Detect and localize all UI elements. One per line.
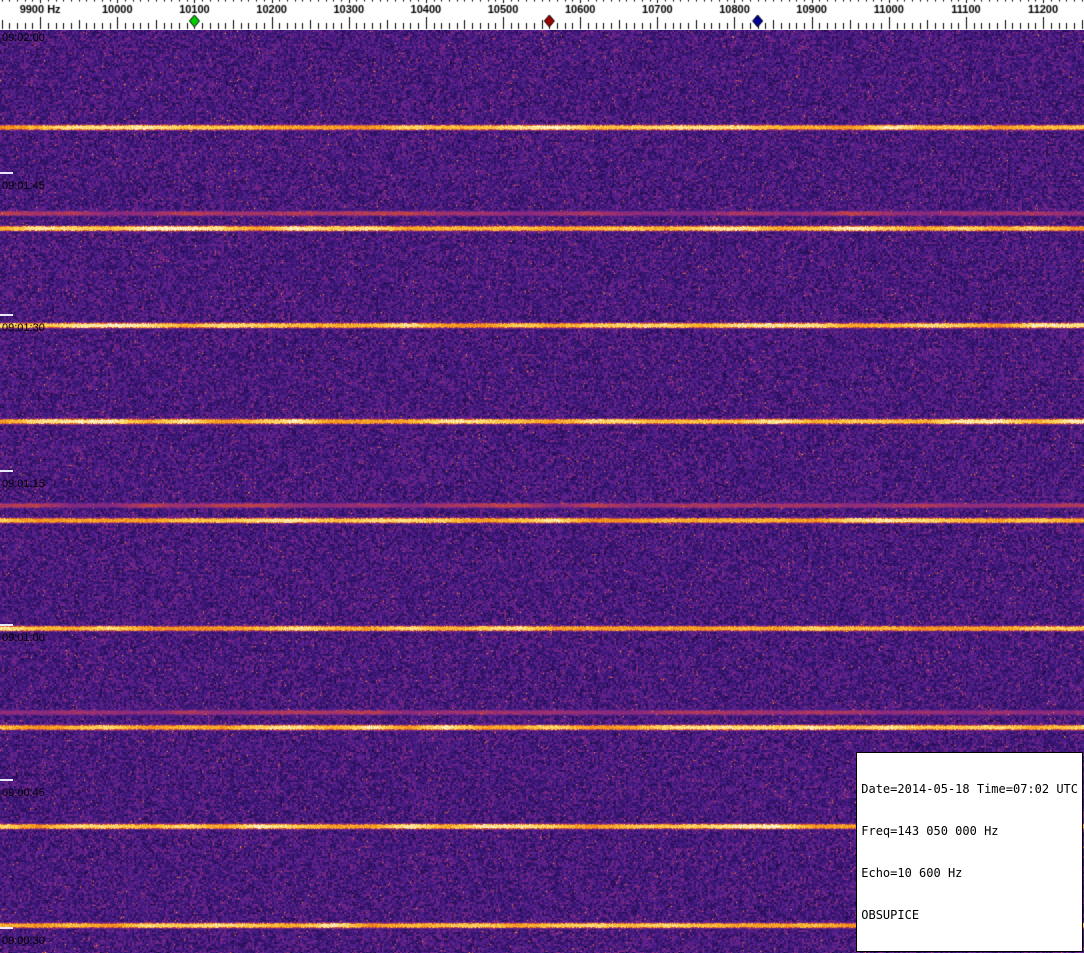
info-frequency: Freq=143 050 000 Hz	[861, 824, 999, 838]
observation-info-box: Date=2014-05-18 Time=07:02 UTC Freq=143 …	[856, 752, 1083, 952]
frequency-axis[interactable]	[0, 0, 1084, 30]
info-station: OBSUPICE	[861, 908, 920, 922]
info-date-time: Date=2014-05-18 Time=07:02 UTC	[861, 782, 1078, 796]
spectrogram-window: 09:02:00 09:01:45 09:01:30 09:01:15 09:01:00…	[0, 0, 1084, 953]
info-echo: Echo=10 600 Hz	[861, 866, 963, 880]
